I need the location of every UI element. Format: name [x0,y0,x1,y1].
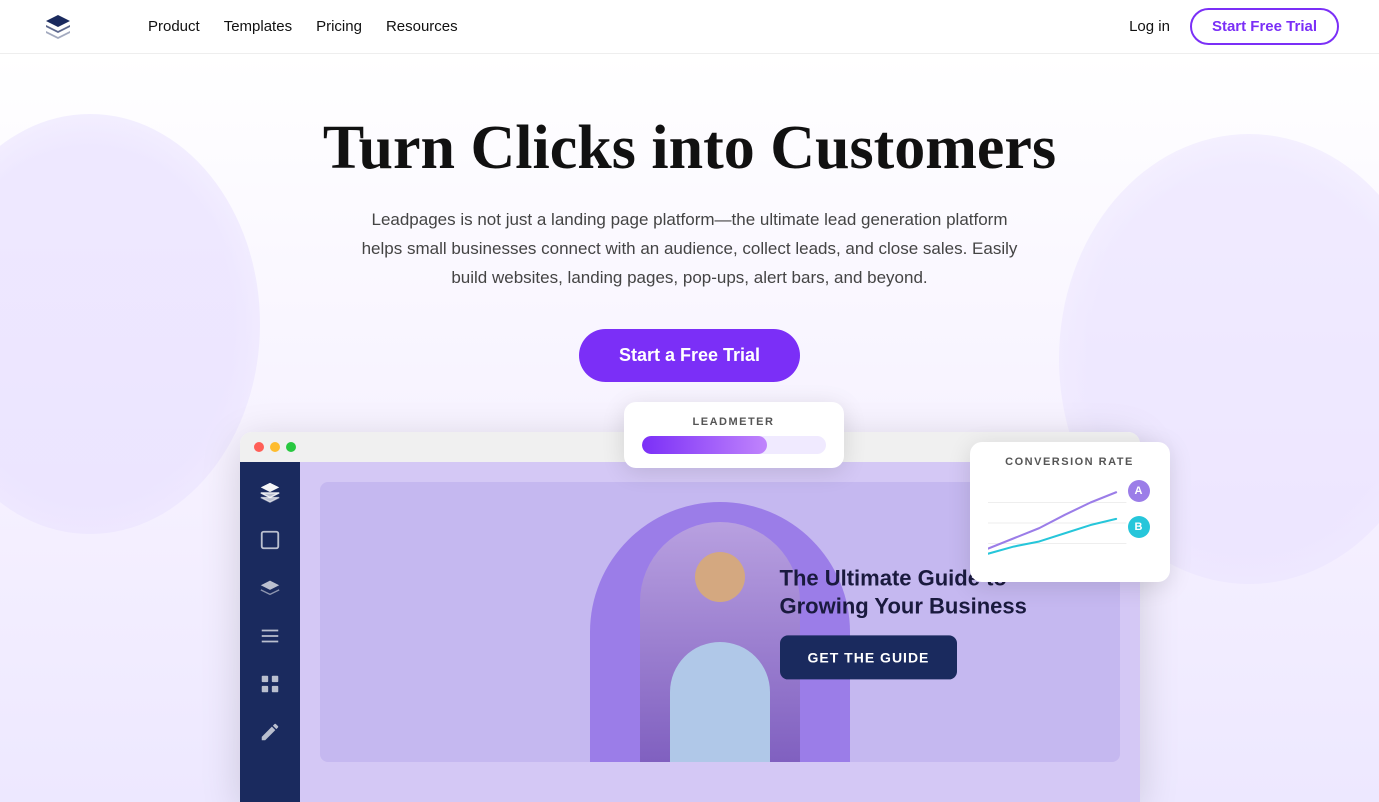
navbar: Product Templates Pricing Resources Log … [0,0,1379,54]
conversion-dot-a: A [1128,480,1150,502]
person-head [695,552,745,602]
login-link[interactable]: Log in [1129,18,1170,35]
get-guide-button[interactable]: GET THE GUIDE [780,635,958,679]
sidebar-icon-grid[interactable] [256,670,284,698]
nav-link-resources[interactable]: Resources [386,18,458,35]
leadmeter-label: LEADMETER [642,416,826,428]
browser-dot-red [254,442,264,452]
conversion-chart: A B [988,478,1152,568]
hero-section: Turn Clicks into Customers Leadpages is … [0,54,1379,802]
browser-dot-yellow [270,442,280,452]
leadmeter-bar-background [642,436,826,454]
builder-sidebar [240,462,300,802]
logo-icon[interactable] [40,9,76,45]
leadmeter-bar-fill [642,436,767,454]
nav-right: Log in Start Free Trial [1129,8,1339,45]
start-free-trial-nav-button[interactable]: Start Free Trial [1190,8,1339,45]
browser-dot-green [286,442,296,452]
hero-subtitle: Leadpages is not just a landing page pla… [350,206,1030,293]
nav-link-templates[interactable]: Templates [224,18,292,35]
nav-link-pricing[interactable]: Pricing [316,18,362,35]
conversion-chart-svg [988,478,1152,568]
conversion-dot-b: B [1128,516,1150,538]
hero-title: Turn Clicks into Customers [40,114,1339,182]
nav-link-product[interactable]: Product [148,18,200,35]
sidebar-icon-square[interactable] [256,526,284,554]
leadmeter-card: LEADMETER [624,402,844,468]
person-image [640,522,800,762]
person-body [670,642,770,762]
sidebar-icon-lines[interactable] [256,622,284,650]
sidebar-icon-layers[interactable] [256,478,284,506]
sidebar-icon-layers2[interactable] [256,574,284,602]
conversion-rate-card: CONVERSION RATE A B [970,442,1170,582]
start-free-trial-hero-button[interactable]: Start a Free Trial [579,329,800,382]
conversion-rate-label: CONVERSION RATE [988,456,1152,468]
nav-left: Product Templates Pricing Resources [40,0,498,54]
nav-links: Product Templates Pricing Resources [108,0,498,54]
sidebar-icon-pencil[interactable] [256,718,284,746]
hero-product-preview: LEADMETER CONVERSION RATE A [240,432,1140,802]
